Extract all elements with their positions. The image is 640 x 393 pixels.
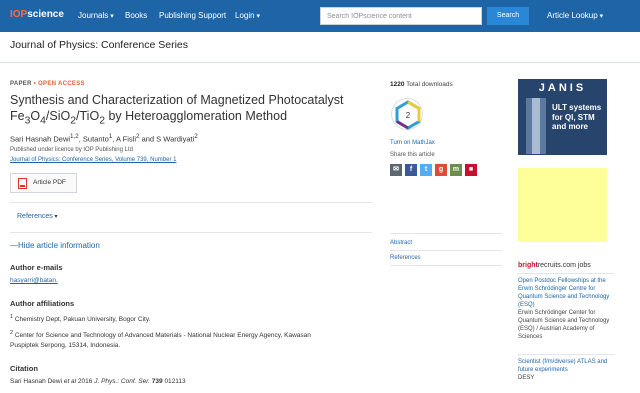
citation-text: Sari Hasnah Dewi et al 2016 J. Phys.: Co… [10,378,186,385]
janis-logo: JANIS [538,82,587,94]
share-buttons: ✉ f t g m ■ [390,164,477,177]
twitter-icon[interactable]: t [420,164,432,176]
divider [10,232,372,233]
divider [518,273,614,274]
journal-title[interactable]: Journal of Physics: Conference Series [10,39,188,51]
journal-breadcrumb: Journal of Physics: Conference Series, V… [10,157,177,163]
nav-journals[interactable]: Journals [78,11,114,20]
divider [390,250,502,251]
journal-link[interactable]: Journal of Physics: Conference Series [10,157,112,163]
side-nav-abstract[interactable]: Abstract [390,240,412,246]
hide-article-info-toggle[interactable]: —Hide article information [10,241,100,250]
author-affiliations-heading: Author affiliations [10,299,75,308]
number-link[interactable]: Number 1 [150,157,176,163]
side-nav-references[interactable]: References [390,255,421,261]
search-input[interactable] [320,7,482,25]
open-access-badge: OPEN ACCESS [38,81,85,87]
nav-publishing-support[interactable]: Publishing Support [159,11,226,20]
nav-login[interactable]: Login [235,11,260,20]
badge-count: 2 [406,111,411,120]
mendeley-icon[interactable]: m [450,164,462,176]
references-dropdown[interactable]: References [17,213,57,220]
pdf-icon [18,178,27,189]
affiliation-1: 1 Chemistry Dept, Pakuan University, Bog… [10,314,151,324]
citation-heading: Citation [10,364,38,373]
nav-article-lookup[interactable]: Article Lookup [547,11,603,20]
divider [10,202,372,203]
divider [390,265,502,266]
ad-tagline: ULT systems for QI, STM and more [552,103,602,131]
advertisement-placeholder[interactable] [518,168,607,242]
affiliation-2: 2 Center for Science and Technology of A… [10,330,311,350]
altmetric-donut-icon: 2 [395,100,421,130]
nav-books[interactable]: Books [125,11,147,20]
author-email-link[interactable]: hasyarri@batan. [10,276,58,286]
mathjax-toggle[interactable]: Turn on MathJax [390,140,435,146]
google-plus-icon[interactable]: g [435,164,447,176]
author-emails-heading: Author e-mails [10,263,63,272]
author-list: Sari Hasnah Dewi1,2, Sutanto1, A Fisli2 … [10,133,198,144]
article-type-label: PAPER • OPEN ACCESS [10,81,85,87]
iopscience-logo[interactable]: IOPscience [10,9,64,20]
licence-statement: Published under licence by IOP Publishin… [10,147,133,153]
citeulike-icon[interactable]: ■ [465,164,477,176]
search-button[interactable]: Search [487,7,529,25]
header-divider [0,62,640,63]
email-share-icon[interactable]: ✉ [390,164,402,176]
facebook-icon[interactable]: f [405,164,417,176]
top-nav-bar: IOPscience Journals Books Publishing Sup… [0,0,640,32]
volume-link[interactable]: Volume 739 [115,157,147,163]
janis-advertisement[interactable]: JANIS ULT systems for QI, STM and more [518,79,607,155]
total-downloads: 1220 Total downloads [390,81,453,88]
altmetric-badge[interactable]: 2 [391,98,423,130]
minus-icon: — [10,241,18,250]
share-label: Share this article [390,152,435,158]
cryostat-illustration [526,98,546,154]
divider [390,233,502,234]
article-pdf-button[interactable]: Article PDF [10,173,77,193]
article-title: Synthesis and Characterization of Magnet… [10,93,344,127]
divider [518,354,614,355]
job-listing[interactable]: Open Postdoc Fellowships at the Erwin Sc… [518,277,614,341]
job-listing[interactable]: Scientist (f/m/diverse) ATLAS and future… [518,358,614,382]
brightrecruits-header[interactable]: brightrecruits.com jobs [518,262,591,269]
